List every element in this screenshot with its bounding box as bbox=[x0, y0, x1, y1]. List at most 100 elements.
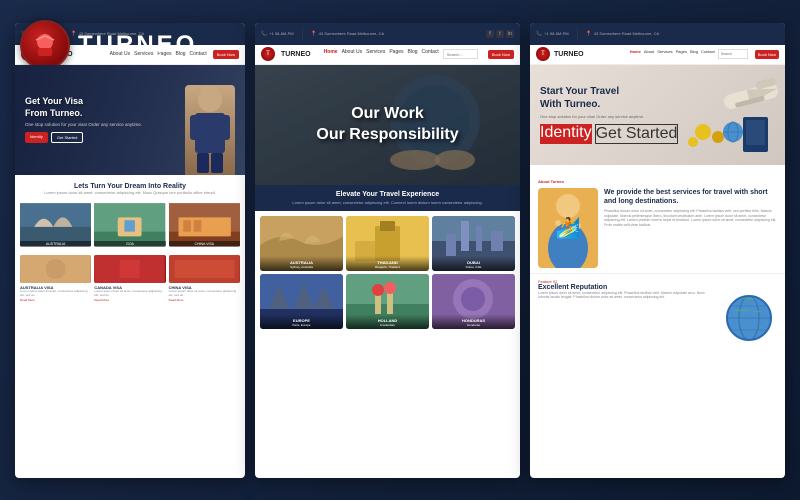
right-hero-image bbox=[680, 70, 780, 160]
right-nav-blog[interactable]: Blog bbox=[690, 49, 698, 59]
mid-sep bbox=[302, 29, 303, 39]
mid-nav-pages[interactable]: Pages bbox=[389, 49, 403, 59]
left-hero-btn1[interactable]: Identity bbox=[25, 132, 48, 143]
elevate-title: Elevate Your Travel Experience bbox=[265, 191, 510, 198]
right-nav-contact[interactable]: Contact bbox=[701, 49, 715, 59]
mid-book-btn[interactable]: Book Now bbox=[488, 50, 514, 59]
left-hero-person bbox=[185, 85, 235, 175]
right-logo-icon: T bbox=[536, 47, 550, 61]
right-about-section: About Turneo We provide the best service… bbox=[530, 165, 785, 273]
right-address: 📍 43 Somewhere Road Melbourne, CA bbox=[586, 31, 660, 37]
visa-desc-chn: Lorem ipsum dolor sit amet, consectetur … bbox=[169, 290, 240, 298]
reputation-title: Excellent Reputation bbox=[538, 284, 777, 291]
right-hero-btns: Identity Get Started bbox=[540, 124, 678, 144]
mid-nav-blog[interactable]: Blog bbox=[408, 49, 418, 59]
right-panel: 📞 +1 98-6M-PM 📍 43 Somewhere Road Melbou… bbox=[530, 23, 785, 478]
right-hero-subtitle: One stop solution for your visa! Order a… bbox=[540, 114, 650, 119]
reputation-desc: Lorem ipsum dolor sit amet, consectetur … bbox=[538, 291, 716, 301]
mid-nav: T TURNEO Home About Us Services Pages Bl… bbox=[255, 45, 520, 65]
right-hero-title: Start Your TravelWith Turneo. bbox=[540, 85, 678, 111]
dest-card-sydney[interactable]: AUSTRALIA bbox=[20, 202, 91, 247]
right-top-bar: 📞 +1 98-6M-PM 📍 43 Somewhere Road Melbou… bbox=[530, 23, 785, 45]
mid-nav-about[interactable]: About Us bbox=[342, 49, 363, 59]
social-fb[interactable]: f bbox=[486, 30, 494, 38]
left-hero-text: Get Your VisaFrom Turneo. One stop solut… bbox=[25, 96, 142, 143]
visa-desc-can: Lorem ipsum dolor sit amet, consectetur … bbox=[94, 290, 165, 298]
mid-dest-australia[interactable]: AUSTRALIA Sydney, Australia bbox=[260, 216, 343, 271]
main-container: TURNEO 📞 +1 98-6M-PM 📍 43 Somewhere Road… bbox=[0, 0, 800, 500]
mid-phone: 📞 +1 98-6M-PM bbox=[261, 31, 294, 37]
right-nav: T TURNEO Home About Services Pages Blog … bbox=[530, 45, 785, 65]
logo-text: TURNEO bbox=[78, 31, 197, 59]
right-nav-services[interactable]: Services bbox=[657, 49, 672, 59]
social-in[interactable]: in bbox=[506, 30, 514, 38]
right-phone: 📞 +1 98-6M-PM bbox=[536, 31, 569, 37]
visa-readmore-aus[interactable]: Read More bbox=[20, 298, 91, 302]
dest-label-sydney: AUSTRALIA bbox=[20, 241, 91, 247]
mid-label-holland: HOLLAND Amsterdam bbox=[346, 314, 429, 329]
mid-label-dubai: DUBAI Dubai, UAE bbox=[432, 256, 515, 271]
visa-readmore-chn[interactable]: Read More bbox=[169, 298, 240, 302]
left-visa-section: AUSTRALIA VISA Lorem ipsum dolor sit ame… bbox=[15, 250, 245, 308]
visa-card-canada: CANADA VISA Lorem ipsum dolor sit amet, … bbox=[94, 255, 165, 303]
left-panel: 📞 +1 98-6M-PM 📍 43 Somewhere Road Melbou… bbox=[15, 23, 245, 478]
globe-decoration bbox=[722, 291, 777, 346]
right-hero-btn2[interactable]: Get Started bbox=[595, 124, 679, 144]
mid-search-input[interactable] bbox=[443, 49, 478, 59]
reputation-text: Lorem ipsum dolor sit amet, consectetur … bbox=[538, 291, 716, 301]
left-hero-buttons: Identity Get Started bbox=[25, 132, 142, 143]
mid-dest-honduras[interactable]: HONDURAS Honduras bbox=[432, 274, 515, 329]
mid-dest-grid: AUSTRALIA Sydney, Australia THAILAND Ban… bbox=[255, 211, 520, 334]
about-person-image bbox=[538, 188, 598, 268]
right-reputation-section: Feature 02 Excellent Reputation Lorem ip… bbox=[530, 273, 785, 351]
left-hero-btn2[interactable]: Get Started bbox=[51, 132, 83, 143]
mid-dest-holland[interactable]: HOLLAND Amsterdam bbox=[346, 274, 429, 329]
mid-logo-icon: T bbox=[261, 47, 275, 61]
left-hero-title: Get Your VisaFrom Turneo. bbox=[25, 96, 142, 119]
right-search-input[interactable] bbox=[718, 49, 748, 59]
left-hero: Get Your VisaFrom Turneo. One stop solut… bbox=[15, 65, 245, 175]
dest-card-goa[interactable]: GOA bbox=[94, 202, 165, 247]
page-logo: TURNEO bbox=[20, 20, 197, 70]
dest-card-china[interactable]: CHINA VISA bbox=[169, 202, 240, 247]
mid-dest-dubai[interactable]: DUBAI Dubai, UAE bbox=[432, 216, 515, 271]
right-hero: Start Your TravelWith Turneo. One stop s… bbox=[530, 65, 785, 165]
about-desc: Phasellus dictum dolor sit amet, consect… bbox=[604, 209, 777, 229]
mid-nav-contact[interactable]: Contact bbox=[422, 49, 439, 59]
right-book-btn[interactable]: Book Now bbox=[755, 50, 779, 59]
mid-label-aus: AUSTRALIA Sydney, Australia bbox=[260, 256, 343, 271]
mid-label-europe: EUROPE Paris, Europe bbox=[260, 314, 343, 329]
left-image-grid: AUSTRALIA GOA CHINA V bbox=[15, 199, 245, 250]
right-nav-home[interactable]: Home bbox=[630, 49, 641, 59]
left-dream-section: Lets Turn Your Dream Into Reality Lorem … bbox=[15, 175, 245, 199]
logo-badge bbox=[20, 20, 70, 70]
mid-nav-home[interactable]: Home bbox=[324, 49, 338, 59]
about-tag: About Turneo bbox=[538, 179, 564, 184]
left-book-btn[interactable]: Book Now bbox=[213, 50, 239, 59]
right-nav-about[interactable]: About bbox=[644, 49, 654, 59]
about-title: We provide the best services for travel … bbox=[604, 188, 777, 206]
visa-desc-aus: Lorem ipsum dolor sit amet, consectetur … bbox=[20, 290, 91, 298]
mid-hero-title: Our Work Our Responsibility bbox=[316, 104, 458, 146]
social-tw[interactable]: t bbox=[496, 30, 504, 38]
about-content: We provide the best services for travel … bbox=[538, 188, 777, 268]
visa-card-australia: AUSTRALIA VISA Lorem ipsum dolor sit ame… bbox=[20, 255, 91, 303]
dream-desc: Lorem ipsum dolor sit amet, consectetur … bbox=[20, 190, 240, 195]
mid-dest-thailand[interactable]: THAILAND Bangkok, Thailand bbox=[346, 216, 429, 271]
right-hero-btn1[interactable]: Identity bbox=[540, 124, 592, 144]
visa-grid: AUSTRALIA VISA Lorem ipsum dolor sit ame… bbox=[20, 255, 240, 303]
dest-label-china: CHINA VISA bbox=[169, 241, 240, 247]
mid-nav-services[interactable]: Services bbox=[366, 49, 385, 59]
about-text: We provide the best services for travel … bbox=[604, 188, 777, 268]
mid-label-thai: THAILAND Bangkok, Thailand bbox=[346, 256, 429, 271]
mid-top-bar: 📞 +1 98-6M-PM 📍 43 Somewhere Road Melbou… bbox=[255, 23, 520, 45]
reputation-content: Lorem ipsum dolor sit amet, consectetur … bbox=[538, 291, 777, 346]
right-nav-pages[interactable]: Pages bbox=[676, 49, 687, 59]
visa-card-china: CHINA VISA Lorem ipsum dolor sit amet, c… bbox=[169, 255, 240, 303]
right-nav-links: Home About Services Pages Blog Contact bbox=[630, 49, 748, 59]
mid-nav-links: Home About Us Services Pages Blog Contac… bbox=[324, 49, 478, 59]
mid-dest-europe[interactable]: EUROPE Paris, Europe bbox=[260, 274, 343, 329]
mid-hero: Our Work Our Responsibility bbox=[255, 65, 520, 185]
visa-readmore-can[interactable]: Read More bbox=[94, 298, 165, 302]
mid-label-honduras: HONDURAS Honduras bbox=[432, 314, 515, 329]
